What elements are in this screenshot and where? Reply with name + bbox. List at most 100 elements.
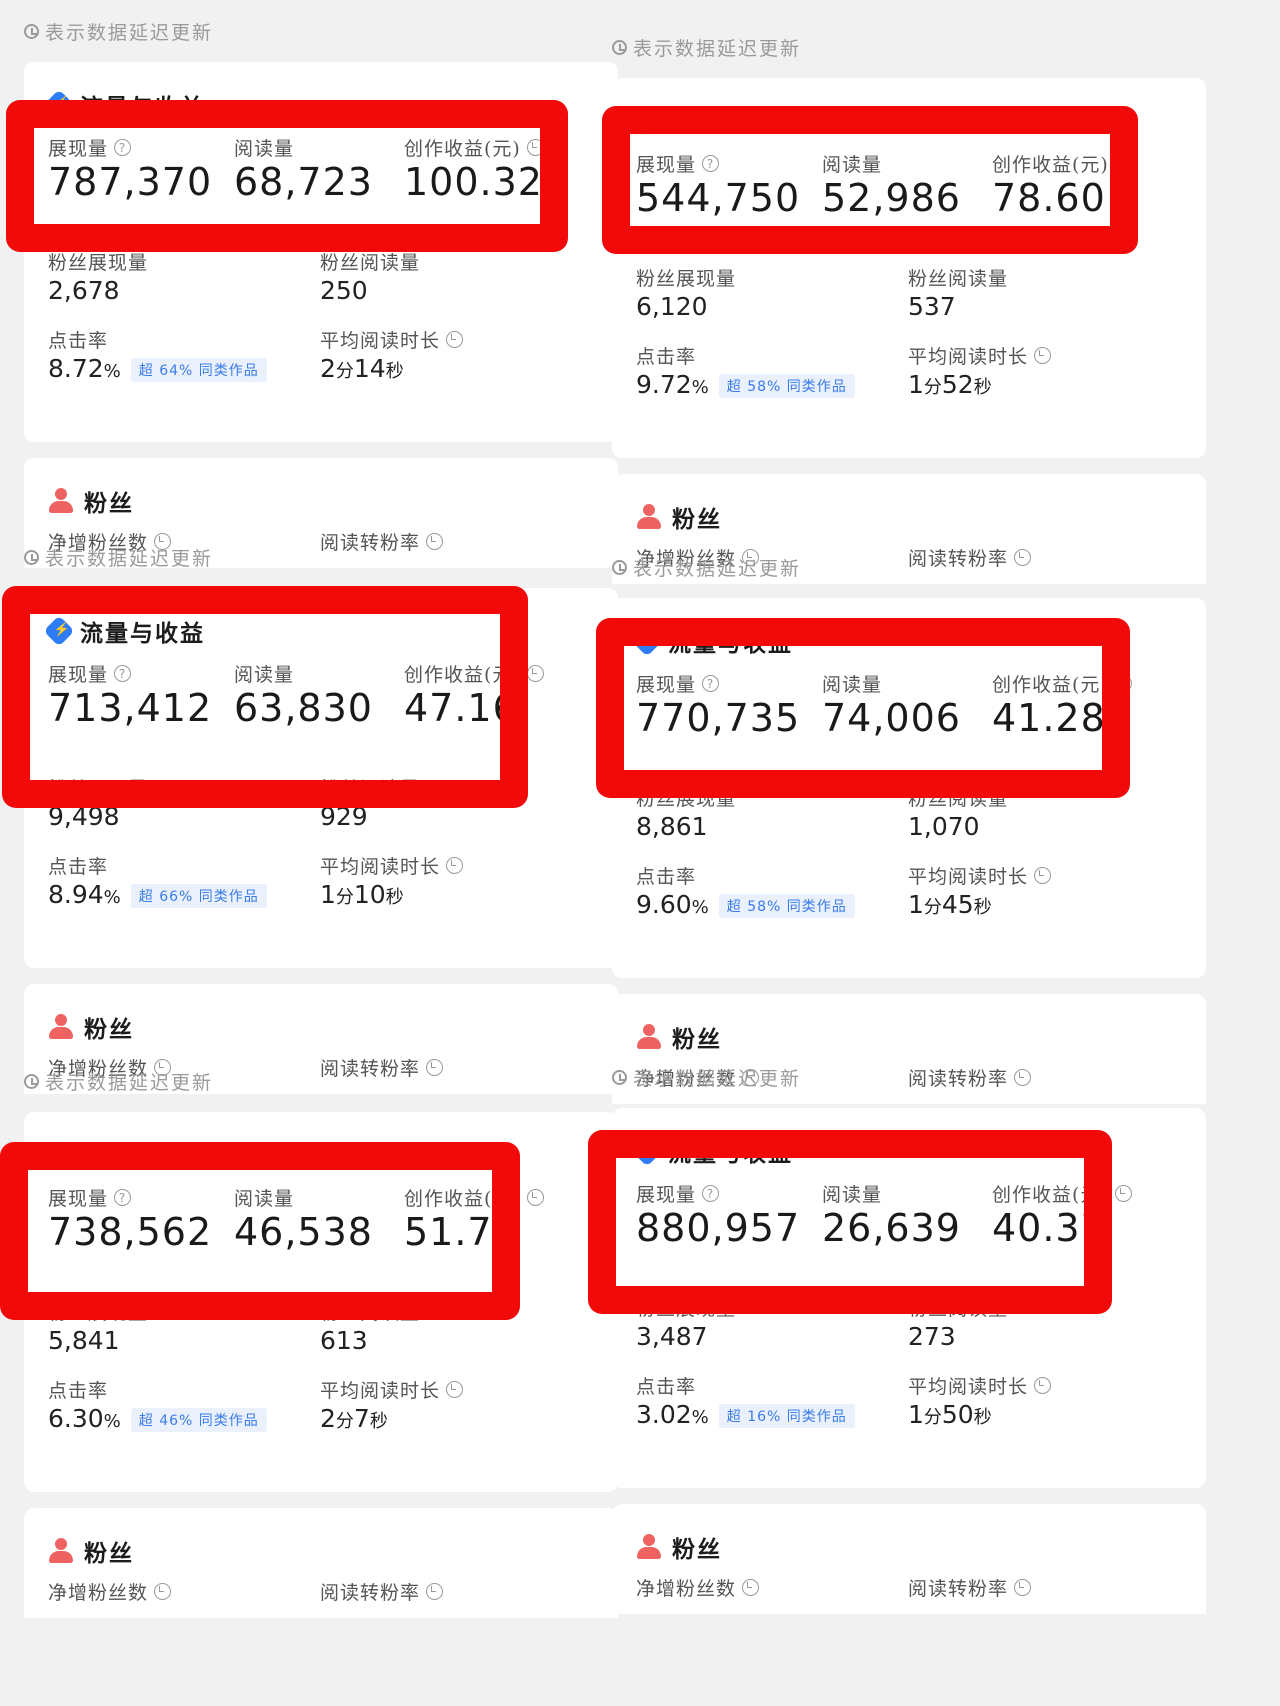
- traffic-income-card: 流量与收益展现量? 阅读量 创作收益(元) 713,412 63,830 47.16 粉丝展…: [24, 588, 618, 968]
- help-icon[interactable]: ?: [114, 139, 132, 156]
- info-icon[interactable]: [526, 139, 544, 156]
- traffic-section-label: 流量与收益: [668, 110, 793, 137]
- help-icon[interactable]: ?: [114, 665, 132, 682]
- avg-read-time-label-text: 平均阅读时长: [908, 1376, 1029, 1398]
- ctr-number: 8.72: [48, 354, 104, 383]
- reads-label: 阅读量: [822, 1184, 883, 1206]
- delay-note-text: 表示数据延迟更新: [633, 558, 802, 580]
- user-icon: [48, 1014, 74, 1040]
- income-label: 创作收益(元): [992, 670, 1132, 697]
- info-icon[interactable]: [526, 665, 544, 682]
- percent-unit: %: [103, 361, 121, 382]
- info-icon[interactable]: [446, 1381, 464, 1398]
- info-icon[interactable]: [526, 1189, 544, 1206]
- help-icon[interactable]: ?: [702, 1185, 720, 1202]
- impressions-label-text: 展现量: [48, 138, 109, 160]
- impressions-label-text: 展现量: [636, 1184, 697, 1206]
- income-label: 创作收益(元): [992, 1180, 1132, 1207]
- help-icon[interactable]: ?: [114, 1189, 132, 1206]
- traffic-income-card: 流量与收益展现量? 阅读量 创作收益(元) 544,750 52,986 78.60 粉丝展…: [612, 78, 1206, 458]
- avg-read-time-label-text: 平均阅读时长: [320, 856, 441, 878]
- fan-impressions-value: 3,487: [636, 1322, 708, 1351]
- ctr-number: 6.30: [48, 1404, 104, 1433]
- fan-reads-label: 粉丝阅读量: [908, 788, 1009, 810]
- fan-reads-label: 粉丝阅读量: [320, 252, 421, 274]
- traffic-section-title: 流量与收益: [631, 624, 793, 658]
- second-unit: 秒: [973, 897, 992, 918]
- info-icon[interactable]: [742, 1579, 760, 1596]
- ctr-comparison-badge: 超 64% 同类作品: [130, 358, 267, 382]
- help-icon[interactable]: ?: [702, 675, 720, 692]
- impressions-value: 880,957: [636, 1206, 801, 1250]
- traffic-income-card: 流量与收益展现量? 阅读量 创作收益(元) 787,370 68,723 100.32 粉丝…: [24, 62, 618, 442]
- info-icon[interactable]: [1114, 155, 1132, 172]
- net-fans-label: 净增粉丝数: [636, 1574, 760, 1601]
- info-icon[interactable]: [1114, 1185, 1132, 1202]
- fans-section-title: 粉丝: [48, 484, 134, 518]
- income-label: 创作收益(元): [404, 134, 544, 161]
- clock-icon: [24, 550, 39, 565]
- ctr-number: 9.60: [636, 890, 692, 919]
- info-icon[interactable]: [154, 1583, 172, 1600]
- read-to-fan-label: 阅读转粉率: [908, 1574, 1032, 1601]
- impressions-label-text: 展现量: [636, 154, 697, 176]
- delay-note: 表示数据延迟更新: [24, 544, 213, 571]
- ctr-label: 点击率: [48, 856, 109, 878]
- minute-unit: 分: [923, 1407, 942, 1428]
- avg-read-time-value: 1分45秒: [908, 890, 992, 919]
- second-unit: 秒: [385, 361, 404, 382]
- percent-unit: %: [691, 377, 709, 398]
- ctr-label: 点击率: [48, 330, 109, 352]
- income-label-text: 创作收益(元): [404, 138, 521, 160]
- fan-impressions-label: 粉丝展现量: [636, 788, 737, 810]
- delay-note: 表示数据延迟更新: [612, 34, 801, 61]
- info-icon[interactable]: [446, 857, 464, 874]
- stats-panel: 表示数据延迟更新流量与收益展现量?阅读量创作收益(元)544,75052,986…: [588, 16, 1228, 584]
- impressions-label: 展现量?: [48, 660, 132, 687]
- fan-impressions-value: 8,861: [636, 812, 708, 841]
- reads-value: 52,986: [822, 176, 961, 220]
- minute-unit: 分: [335, 1411, 354, 1432]
- fan-reads-label: 粉丝阅读量: [908, 268, 1009, 290]
- info-icon[interactable]: [1014, 1579, 1032, 1596]
- reads-label: 阅读量: [234, 1188, 295, 1210]
- fan-reads-value: 613: [320, 1326, 368, 1355]
- lightning-icon: [631, 625, 663, 657]
- fans-section-title: 粉丝: [636, 500, 722, 534]
- fan-reads-value: 929: [320, 802, 368, 831]
- help-icon[interactable]: ?: [702, 155, 720, 172]
- info-icon[interactable]: [426, 1583, 444, 1600]
- user-icon: [48, 488, 74, 514]
- delay-note-text: 表示数据延迟更新: [633, 1068, 802, 1090]
- info-icon[interactable]: [1034, 867, 1052, 884]
- fan-reads-label: 粉丝阅读量: [320, 778, 421, 800]
- read-to-fan-label-text: 阅读转粉率: [908, 1578, 1009, 1600]
- info-icon[interactable]: [1034, 1377, 1052, 1394]
- percent-unit: %: [103, 887, 121, 908]
- delay-note: 表示数据延迟更新: [24, 1068, 213, 1095]
- second-unit: 秒: [385, 887, 404, 908]
- fans-card: 粉丝 净增粉丝数 阅读转粉率: [24, 1508, 618, 1618]
- info-icon[interactable]: [1034, 347, 1052, 364]
- delay-note: 表示数据延迟更新: [612, 1064, 801, 1091]
- fan-impressions-value: 2,678: [48, 276, 120, 305]
- read-minutes: 1: [908, 890, 924, 919]
- avg-read-time-label: 平均阅读时长: [908, 342, 1052, 369]
- avg-read-time-label-text: 平均阅读时长: [908, 346, 1029, 368]
- income-value: 41.28: [992, 696, 1106, 740]
- ctr-number: 3.02: [636, 1400, 692, 1429]
- fan-impressions-value: 9,498: [48, 802, 120, 831]
- read-minutes: 1: [320, 880, 336, 909]
- second-unit: 秒: [973, 377, 992, 398]
- stats-panel: 表示数据延迟更新流量与收益展现量? 阅读量 创作收益(元) 880,957 26,639…: [588, 1046, 1228, 1614]
- net-fans-label: 净增粉丝数: [48, 1578, 172, 1605]
- avg-read-time-value: 1分50秒: [908, 1400, 992, 1429]
- user-icon: [636, 1534, 662, 1560]
- income-value: 51.76: [404, 1210, 518, 1254]
- avg-read-time-value: 2分7秒: [320, 1404, 388, 1433]
- delay-note-text: 表示数据延迟更新: [633, 38, 802, 60]
- income-label: 创作收益(元): [992, 150, 1132, 177]
- info-icon[interactable]: [446, 331, 464, 348]
- delay-note-text: 表示数据延迟更新: [45, 22, 214, 44]
- info-icon[interactable]: [1114, 675, 1132, 692]
